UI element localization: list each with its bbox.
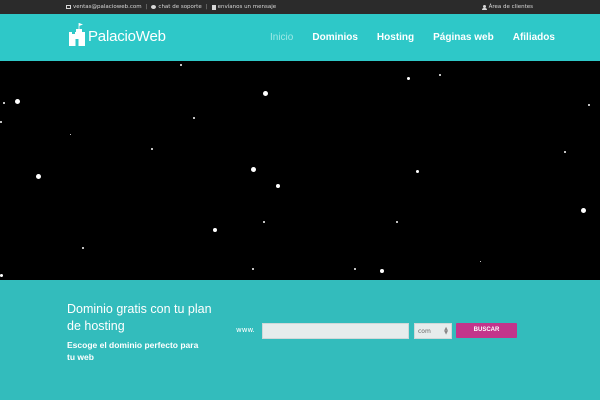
www-label: www. [236,326,255,334]
user-icon [481,4,487,10]
star [0,121,2,123]
star [70,134,71,135]
nav-item-hosting[interactable]: Hosting [377,32,414,43]
chat-link[interactable]: chat de soporte [151,4,202,10]
star [588,104,590,106]
client-area-link[interactable]: Área de clientes [481,4,533,10]
star [480,261,481,262]
star [416,170,419,173]
star [407,77,410,80]
star [263,91,268,96]
nav-item-dominios[interactable]: Dominios [312,32,358,43]
domain-input[interactable] [262,323,409,339]
star [251,167,256,172]
star [3,102,5,104]
star [151,148,153,150]
star [439,74,441,76]
star [276,184,280,188]
logo[interactable]: PalacioWeb [68,22,166,46]
message-link[interactable]: envíanos un mensaje [211,4,276,10]
star [263,221,265,223]
star [15,99,20,104]
promo-subtitle: Escoge el dominio perfecto para tu web [67,340,199,362]
domain-search-section: Dominio gratis con tu plan de hosting Es… [0,280,600,400]
star [0,274,3,277]
castle-icon [69,23,85,46]
email-link[interactable]: ventas@palacioweb.com [66,4,142,10]
star [581,208,586,213]
star [36,174,41,179]
chat-bubble-icon [151,5,157,9]
starfield-hero [0,61,600,280]
tld-select[interactable]: com ▲ ▼ [414,323,452,339]
search-button[interactable]: BUSCAR [456,323,517,338]
top-bar: ventas@palacioweb.com | chat de soporte … [0,0,600,14]
star [380,269,384,273]
star [564,151,566,153]
star [180,64,182,66]
logo-text: PalacioWeb [88,28,166,45]
contact-links: ventas@palacioweb.com | chat de soporte … [66,4,276,10]
nav-item-inicio[interactable]: Inicio [270,32,293,43]
select-arrows-icon: ▲ ▼ [444,326,448,336]
star [396,221,398,223]
main-header: PalacioWeb Inicio Dominios Hosting Págin… [0,14,600,61]
star [213,228,217,232]
star [82,247,84,249]
separator: | [145,4,148,10]
promo-title: Dominio gratis con tu plan de hosting [67,302,212,333]
document-icon [211,4,216,10]
star [354,268,356,270]
separator: | [205,4,208,10]
envelope-icon [66,5,71,9]
tld-select-value: com [418,328,431,335]
star [252,268,254,270]
star [193,117,195,119]
nav-item-afiliados[interactable]: Afiliados [513,32,555,43]
nav-item-paginas-web[interactable]: Páginas web [433,32,494,43]
main-nav: Inicio Dominios Hosting Páginas web Afil… [270,32,574,43]
